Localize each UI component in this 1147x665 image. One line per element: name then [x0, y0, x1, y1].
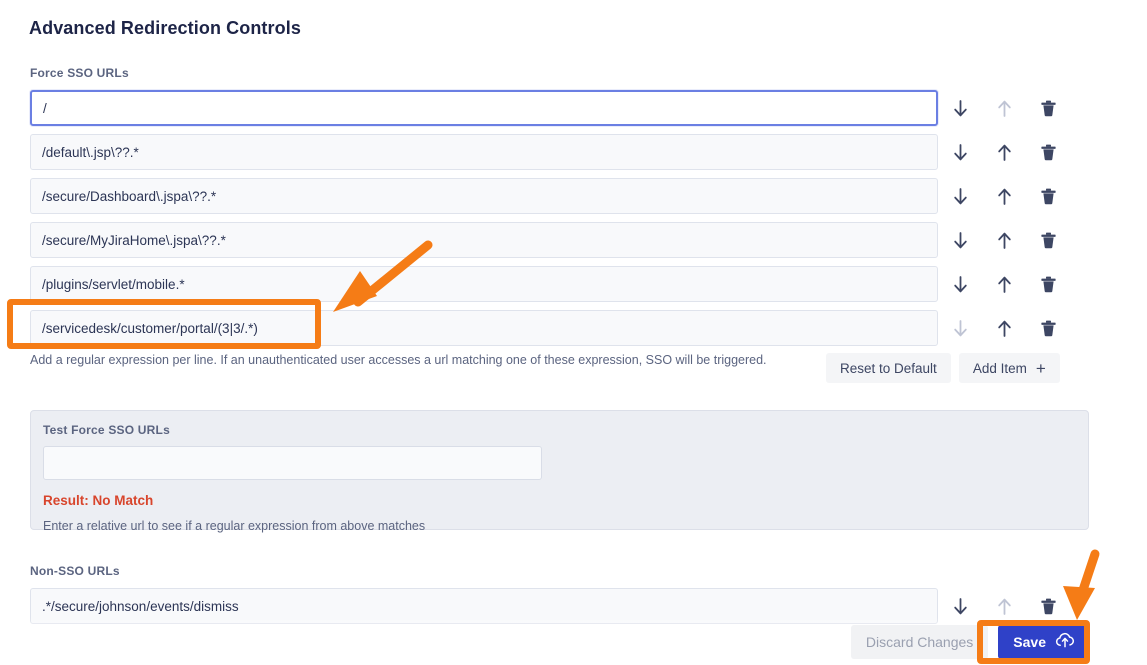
force-sso-url-input-5[interactable]: [30, 310, 938, 346]
url-row: [30, 130, 1117, 174]
discard-changes-button[interactable]: Discard Changes: [851, 625, 988, 659]
test-hint-text: Enter a relative url to see if a regular…: [43, 519, 1076, 533]
arrow-down-icon: [952, 143, 969, 162]
cloud-upload-icon: [1055, 632, 1075, 651]
delete-row-button[interactable]: [1026, 132, 1070, 172]
arrow-down-icon: [952, 99, 969, 118]
move-down-button[interactable]: [938, 220, 982, 260]
save-button-label: Save: [1013, 634, 1046, 650]
force-sso-helper-text: Add a regular expression per line. If an…: [30, 353, 767, 367]
arrow-down-icon: [952, 231, 969, 250]
list-actions: Reset to Default Add Item +: [826, 353, 1060, 383]
trash-icon: [1040, 597, 1057, 616]
add-item-button[interactable]: Add Item +: [959, 353, 1060, 383]
row-actions: [938, 220, 1070, 260]
test-url-input[interactable]: [43, 446, 542, 480]
trash-icon: [1040, 231, 1057, 250]
url-row: [30, 306, 1117, 350]
arrow-down-icon: [952, 319, 969, 338]
url-row: [30, 218, 1117, 262]
arrow-up-icon: [996, 231, 1013, 250]
delete-row-button[interactable]: [1026, 308, 1070, 348]
delete-row-button[interactable]: [1026, 176, 1070, 216]
move-up-button[interactable]: [982, 308, 1026, 348]
force-sso-url-input-3[interactable]: [30, 222, 938, 258]
trash-icon: [1040, 187, 1057, 206]
add-item-label: Add Item: [973, 361, 1027, 376]
move-down-button[interactable]: [938, 88, 982, 128]
advanced-redirection-controls-page: Advanced Redirection Controls Force SSO …: [0, 0, 1147, 665]
force-sso-url-input-4[interactable]: [30, 266, 938, 302]
move-up-button[interactable]: [982, 220, 1026, 260]
url-row: [30, 86, 1117, 130]
arrow-down-icon: [952, 597, 969, 616]
reset-to-default-button[interactable]: Reset to Default: [826, 353, 951, 383]
row-actions: [938, 264, 1070, 304]
force-sso-url-list: [30, 86, 1117, 350]
move-down-button[interactable]: [938, 264, 982, 304]
move-up-button[interactable]: [982, 176, 1026, 216]
arrow-up-icon: [996, 597, 1013, 616]
row-actions: [938, 308, 1070, 348]
arrow-up-icon: [996, 143, 1013, 162]
move-up-button[interactable]: [982, 132, 1026, 172]
force-sso-url-input-1[interactable]: [30, 134, 938, 170]
arrow-down-icon: [952, 275, 969, 294]
test-force-sso-panel: Test Force SSO URLs Result: No Match Ent…: [30, 410, 1089, 530]
page-title: Advanced Redirection Controls: [29, 18, 301, 39]
test-result-text: Result: No Match: [43, 493, 1076, 508]
move-down-button[interactable]: [938, 176, 982, 216]
move-down-button[interactable]: [938, 132, 982, 172]
move-up-button[interactable]: [982, 264, 1026, 304]
force-sso-url-input-0[interactable]: [30, 90, 938, 126]
trash-icon: [1040, 319, 1057, 338]
url-row: [30, 174, 1117, 218]
delete-row-button[interactable]: [1026, 88, 1070, 128]
url-row: [30, 262, 1117, 306]
move-down-button: [938, 308, 982, 348]
move-up-button: [982, 88, 1026, 128]
delete-row-button[interactable]: [1026, 264, 1070, 304]
plus-icon: +: [1036, 360, 1046, 377]
row-actions: [938, 88, 1070, 128]
force-sso-url-input-2[interactable]: [30, 178, 938, 214]
trash-icon: [1040, 99, 1057, 118]
row-actions: [938, 176, 1070, 216]
force-sso-urls-label: Force SSO URLs: [30, 66, 129, 80]
arrow-up-icon: [996, 187, 1013, 206]
non-sso-urls-label: Non-SSO URLs: [30, 564, 120, 578]
trash-icon: [1040, 143, 1057, 162]
test-force-sso-label: Test Force SSO URLs: [43, 423, 1076, 437]
delete-row-button[interactable]: [1026, 220, 1070, 260]
bottom-action-bar: Discard Changes Save: [0, 618, 1147, 665]
arrow-up-icon: [996, 319, 1013, 338]
trash-icon: [1040, 275, 1057, 294]
save-button[interactable]: Save: [998, 625, 1090, 659]
arrow-up-icon: [996, 275, 1013, 294]
reset-to-default-label: Reset to Default: [840, 361, 937, 376]
row-actions: [938, 132, 1070, 172]
arrow-up-icon: [996, 99, 1013, 118]
arrow-down-icon: [952, 187, 969, 206]
